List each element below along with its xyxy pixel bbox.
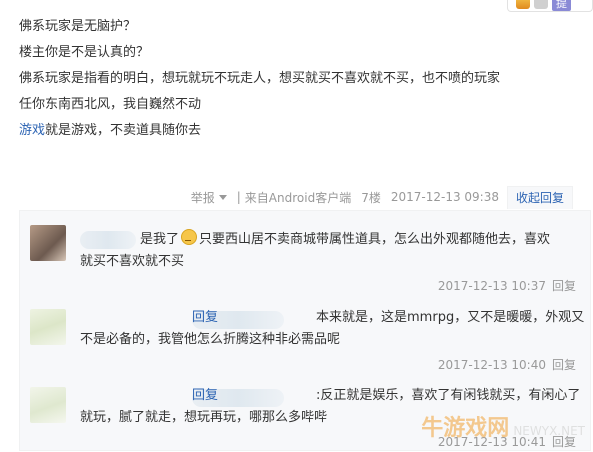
reply-footer: 2017-12-13 10:37 回复 [438,277,576,294]
post-content: 佛系玩家是无脑护？ 楼主你是不是认真的？ 佛系玩家是指看的明白，想玩就玩不玩走人… [19,14,500,144]
reply-text: 是我了 [140,232,180,247]
post-line: 游戏就是游戏，不卖道具随你去 [19,118,500,144]
reply-text: 只要西山居不卖商城带属性道具，怎么出外观都随他去，喜欢 [199,232,551,247]
avatar[interactable] [30,225,66,261]
collapse-replies-button[interactable]: 收起回复 [506,185,573,209]
gift-icon[interactable] [516,0,530,9]
watermark-logo: 牛游戏网 NEWYX.NET [421,410,585,442]
reply-body: 是我了 只要西山居不卖商城带属性道具，怎么出外观都随他去，喜欢 就买不喜欢就不买 [80,229,574,273]
reply-prefix: 回复 [192,388,219,403]
reply-prefix: 回复 [192,310,219,325]
emoji-icon [181,229,198,245]
reply-text: 本来就是，这是mmrpg，又不是暖暖，外观又 [316,310,585,325]
post-line: 佛系玩家是无脑护？ [19,19,137,34]
watermark-url: NEWYX.NET [513,424,585,438]
avatar[interactable] [30,387,66,423]
reply-button[interactable]: 回复 [552,358,576,372]
post-line-text: 就是游戏，不卖道具随你去 [45,123,202,138]
post-date: 2017-12-13 09:38 [390,190,499,204]
watermark-text: 牛游戏网 [421,416,510,441]
reply-text: :反正就是娱乐，喜欢了有闲钱就买，有闲心了 [316,388,581,403]
avatar[interactable] [30,309,66,345]
reply-date: 2017-12-13 10:40 [437,358,546,372]
reply-item: 回复 本来就是，这是mmrpg，又不是暖暖，外观又 不是必备的，我管他怎么折腾这种… [20,299,590,372]
reply-text: 不是必备的，我管他怎么折腾这种非必需品呢 [80,332,341,347]
report-link[interactable]: 举报 [191,189,215,206]
game-link[interactable]: 游戏 [19,123,45,138]
reply-date: 2017-12-13 10:37 [437,279,546,293]
reply-body: 回复 本来就是，这是mmrpg，又不是暖暖，外观又 不是必备的，我管他怎么折腾这种… [80,307,584,351]
post-line: 任你东南西北风，我自巍然不动 [19,97,202,112]
post-meta: 举报 | 来自Android客户端 7楼 2017-12-13 09:38 收起… [191,185,573,209]
source-label: 来自Android客户端 [244,190,352,205]
reply-item: 是我了 只要西山居不卖商城带属性道具，怎么出外观都随他去，喜欢 就买不喜欢就不买 … [20,211,590,299]
dropdown-arrow-icon[interactable] [218,194,227,200]
top-badge-label[interactable]: 提 [552,0,571,11]
reply-footer: 2017-12-13 10:40 回复 [438,356,576,373]
floor-number: 7楼 [361,190,381,205]
tool-icon[interactable] [534,0,548,9]
divider: | [236,190,241,204]
top-toolbar-badge[interactable]: 提 [507,0,593,12]
reply-button[interactable]: 回复 [552,279,576,293]
post-line: 楼主你是不是认真的？ [19,45,150,60]
reply-text: 就买不喜欢就不买 [80,254,185,269]
post-line: 佛系玩家是指看的明白，想玩就玩不玩走人，想买就买不喜欢就不买，也不喷的玩家 [19,71,501,86]
